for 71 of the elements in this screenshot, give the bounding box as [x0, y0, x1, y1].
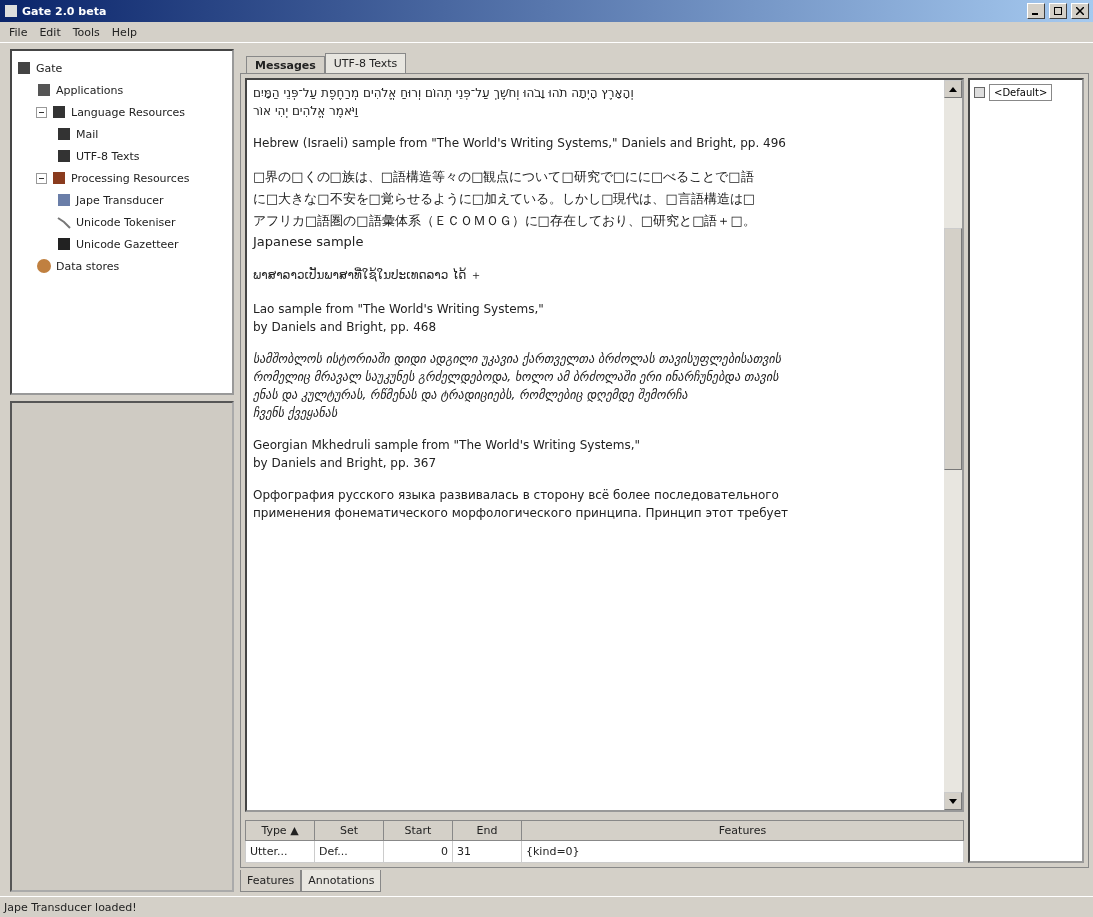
column-header[interactable]: Type ▲	[245, 820, 315, 841]
window-title: Gate 2.0 beta	[22, 4, 107, 18]
menu-item[interactable]: Help	[106, 24, 142, 40]
tree-item[interactable]: Gate	[36, 61, 63, 75]
tree-item[interactable]: Jape Transducer	[76, 193, 164, 207]
close-icon	[1076, 7, 1084, 15]
collapse-icon[interactable]	[36, 106, 47, 118]
tree-item[interactable]: Unicode Tokeniser	[76, 215, 176, 229]
collapse-icon[interactable]	[36, 172, 47, 184]
text-line: Hebrew (Israeli) sample from "The World's Writing Systems," Daniels and Bright, pp. 496	[253, 136, 786, 150]
table-cell: {kind=0}	[521, 840, 964, 863]
tree-node-icon	[56, 214, 72, 230]
status-text: Jape Transducer loaded!	[4, 900, 137, 914]
text-line: Lao sample from "The World's Writing Systems,"	[253, 302, 544, 316]
document-icon	[56, 148, 72, 164]
tab[interactable]: Messages	[246, 56, 325, 73]
tab[interactable]: Annotations	[301, 870, 382, 892]
maximize-icon	[1054, 7, 1062, 15]
text-line: וְהָאָרֶץ הָיְתָה תֹהוּ וָבֹהוּ וְחֹשֶׁךְ עַל־פְּנֵי תְהוֹם וְרוּחַ אֱלֹהִים מְרַחֶפֶת עַל־פְּנֵי הַמָּיִם	[253, 86, 634, 100]
tree-node-icon	[56, 236, 72, 252]
text-line: Japanese sample	[253, 234, 364, 249]
close-button[interactable]	[1071, 3, 1089, 19]
tab[interactable]: UTF-8 Texts	[324, 53, 407, 73]
annotation-set-button[interactable]: <Default>	[989, 84, 1053, 101]
table-cell: Def...	[314, 840, 384, 863]
tree-item[interactable]: Data stores	[56, 259, 120, 273]
app-icon	[4, 4, 18, 18]
text-line: ພາສາລາວເປັນພາສາທີ່ໃຊ້ໃນປະເທດລາວ ໄດ້ ＋	[253, 267, 482, 284]
text-line: アフリカ□語圏の□語彙体系（ＥＣＯＭＯＧ）に□存在しており、□研究と□語＋□。	[253, 212, 756, 230]
tree-node-icon	[36, 82, 52, 98]
text-line: რომელიც მრავალ საუკუნეს გრძელდებოდა, ხოლო ამ ბრძოლაში ერი ინარჩუნებდა თავის	[253, 370, 779, 384]
column-header[interactable]: Set	[314, 820, 384, 841]
column-header[interactable]: End	[452, 820, 522, 841]
text-line: by Daniels and Bright, pp. 468	[253, 320, 437, 334]
column-header[interactable]: Features	[521, 820, 964, 841]
tab[interactable]: Features	[240, 870, 302, 892]
text-line: Georgian Mkhedruli sample from "The World's Writing Systems,"	[253, 438, 640, 452]
scrollbar[interactable]	[944, 80, 962, 810]
table-cell: Utter...	[245, 840, 315, 863]
tree-item[interactable]: Applications	[56, 83, 124, 97]
column-header[interactable]: Start	[383, 820, 453, 841]
tree-node-icon	[51, 170, 67, 186]
menu-item[interactable]: Edit	[34, 24, 66, 40]
scroll-up-icon[interactable]	[949, 86, 957, 92]
scroll-down-icon[interactable]	[949, 798, 957, 804]
maximize-button[interactable]	[1049, 3, 1067, 19]
tree-item[interactable]: Processing Resources	[71, 171, 190, 185]
menu-item[interactable]: File	[4, 24, 33, 40]
document-icon	[56, 126, 72, 142]
text-line: ენას და კულტურას, რწმენას და ტრადიციებს, რომლებიც დღემდე შემორჩა	[253, 388, 688, 402]
database-icon	[36, 258, 52, 274]
text-line: に□大きな□不安を□覚らせるように□加えている。しかし□現代は、□言語構造は□	[253, 190, 755, 208]
text-line: וַיֹּאמֶר אֱלֹהִים יְהִי אוֹר	[253, 104, 358, 118]
text-line: Орфография русского языка развивалась в сторону всё более последовательного	[253, 488, 779, 502]
menu-item[interactable]: Tools	[67, 24, 105, 40]
tree-item[interactable]: Mail	[76, 127, 99, 141]
tree-item[interactable]: UTF-8 Texts	[76, 149, 140, 163]
tree-node-icon	[56, 192, 72, 208]
tree-item[interactable]: Language Resources	[71, 105, 185, 119]
table-cell: 31	[452, 840, 522, 863]
table-cell: 0	[383, 840, 453, 863]
checkbox[interactable]	[974, 87, 985, 98]
minimize-button[interactable]	[1027, 3, 1045, 19]
text-line: by Daniels and Bright, pp. 367	[253, 456, 437, 470]
text-line: ჩვენს ქვეყანას	[253, 406, 338, 420]
document-icon	[51, 104, 67, 120]
text-line: □界の□くの□族は、□語構造等々の□観点について□研究で□にに□べることで□語	[253, 168, 754, 186]
tree-node-icon	[16, 60, 32, 76]
text-line: применения фонематического морфологического принципа. Принцип этот требует	[253, 506, 788, 520]
text-line: სამშობლოს ისტორიაში დიდი ადგილი უკავია ქართველთა ბრძოლას თავისუფლებისათვის	[253, 352, 781, 366]
tree-item[interactable]: Unicode Gazetteer	[76, 237, 179, 251]
